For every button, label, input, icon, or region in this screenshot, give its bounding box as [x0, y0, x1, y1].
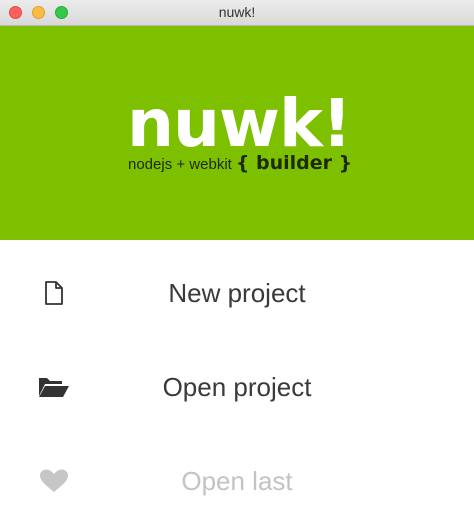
open-last-label: Open last: [181, 466, 293, 496]
window-title: nuwk!: [218, 4, 256, 20]
app-window: nuwk! nuwk! nodejs + webkit{ builder } N…: [0, 0, 474, 526]
open-last-button[interactable]: Open last: [0, 434, 474, 526]
tagline-text: nodejs + webkit: [128, 156, 232, 173]
open-project-label: Open project: [162, 372, 312, 402]
tagline-builder: { builder }: [235, 152, 353, 174]
app-tagline: nodejs + webkit{ builder }: [128, 152, 358, 182]
header-banner: nuwk! nodejs + webkit{ builder }: [0, 26, 474, 240]
open-project-button[interactable]: Open project: [0, 340, 474, 434]
title-bar[interactable]: nuwk!: [0, 0, 474, 26]
new-project-label: New project: [168, 278, 306, 308]
new-project-button[interactable]: New project: [0, 246, 474, 340]
app-logo: nuwk!: [127, 85, 352, 162]
